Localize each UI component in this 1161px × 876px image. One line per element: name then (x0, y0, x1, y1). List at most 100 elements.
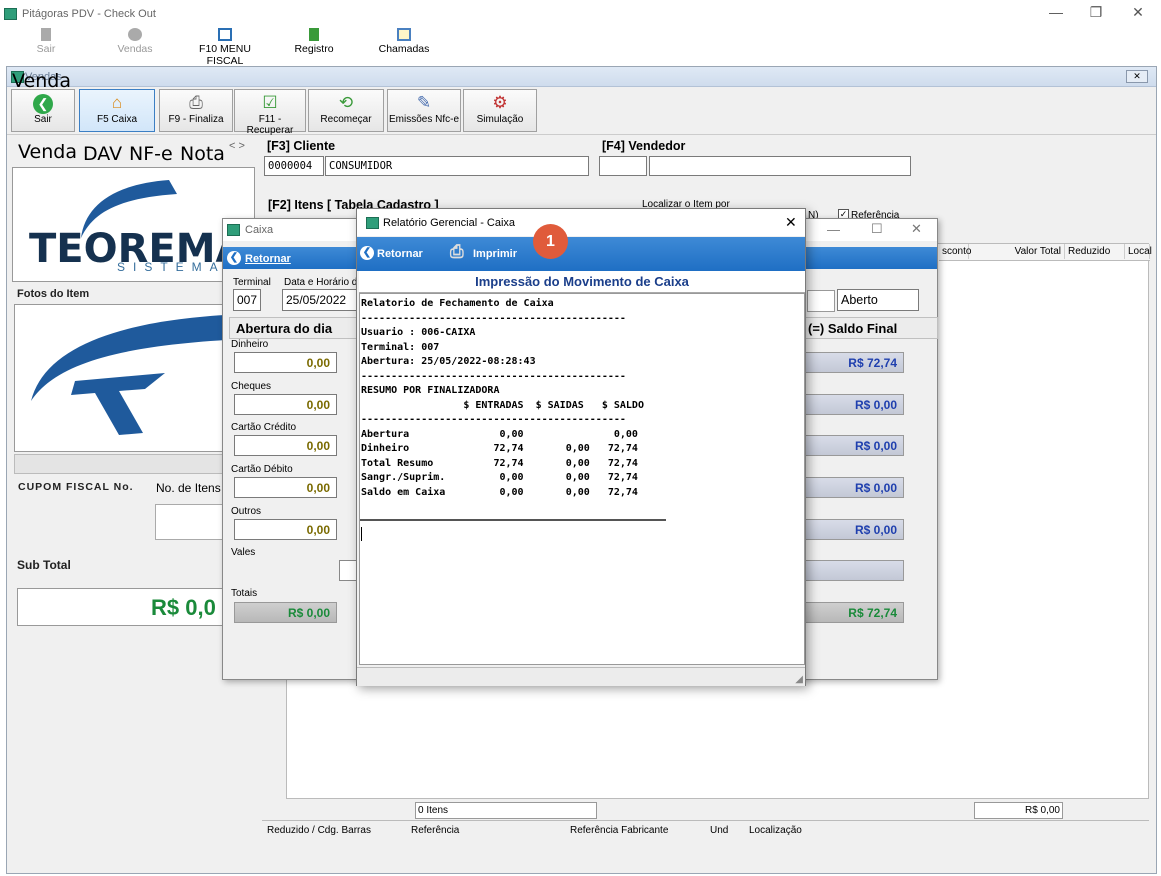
pencil-icon (218, 28, 232, 41)
relatorio-window: Relatório Gerencial - Caixa ✕ ❮ Retornar… (356, 208, 806, 686)
totais-abertura: R$ 0,00 (234, 602, 337, 623)
relatorio-icon (366, 217, 379, 229)
relatorio-close[interactable]: ✕ (785, 214, 797, 231)
item-photo (14, 304, 255, 452)
caixa-maximize[interactable]: ☐ (871, 221, 883, 237)
vendedor-code-field[interactable] (599, 156, 647, 176)
minimize-button[interactable]: — (1046, 4, 1066, 20)
maximize-button[interactable]: ❐ (1086, 4, 1106, 21)
abertura-cheques[interactable]: 0,00 (234, 394, 337, 415)
no-itens-label: No. de Itens (156, 481, 221, 495)
caixa-minimize[interactable]: — (827, 222, 840, 237)
cupom-label: CUPOM FISCAL No. (18, 481, 134, 493)
vendas-close-button[interactable]: ✕ (1126, 70, 1148, 83)
menu-f10-fiscal[interactable]: F10 MENU FISCAL (180, 28, 270, 67)
printer-icon: ⎙ (450, 242, 464, 261)
saldo-cheques: R$ 0,00 (803, 394, 904, 415)
row-label: Cartão Débito (231, 464, 293, 475)
grid-header: sconto Valor Total Reduzido Local (939, 244, 1152, 261)
door-icon (41, 28, 51, 41)
subtotal-value: R$ 0,0 (151, 595, 216, 620)
tab-venda[interactable]: Venda (12, 70, 71, 92)
grid-col-local: Local (1125, 244, 1152, 259)
simulacao-button[interactable]: ⚙ Simulação (463, 89, 537, 132)
detail-reduzido: Reduzido / Cdg. Barras (267, 825, 371, 836)
relatorio-action-bar: ❮ Retornar ⎙ Imprimir (357, 237, 805, 271)
status-field: Aberto (837, 289, 919, 311)
caixa-close[interactable]: ✕ (911, 221, 922, 237)
subtotal-box: R$ 0,0 (17, 588, 247, 626)
text-cursor (361, 527, 362, 541)
retornar-icon: ❮ (227, 251, 241, 265)
saldo-cartao-credito: R$ 0,00 (803, 435, 904, 456)
window-titlebar: Pitágoras PDV - Check Out — ❐ ✕ (0, 0, 1161, 28)
report-text[interactable]: Relatorio de Fechamento de Caixa -------… (359, 293, 805, 665)
report-double-rule (360, 519, 666, 521)
relatorio-titlebar: Relatório Gerencial - Caixa ✕ (357, 209, 805, 236)
main-menu: Sair Vendas F10 MENU FISCAL Registro Cha… (0, 28, 1161, 67)
abertura-dinheiro[interactable]: 0,00 (234, 352, 337, 373)
recycle-icon: ⟲ (338, 93, 354, 112)
row-label: Cheques (231, 381, 272, 392)
close-button[interactable]: ✕ (1128, 4, 1148, 21)
imprimir-button[interactable]: Imprimir (473, 248, 517, 260)
abertura-cartao-credito[interactable]: 0,00 (234, 435, 337, 456)
resize-grip-icon[interactable]: ◢ (795, 674, 803, 685)
vendedor-name-field[interactable] (649, 156, 911, 176)
cliente-label: [F3] Cliente (267, 139, 336, 153)
menu-registro[interactable]: Registro (292, 28, 336, 58)
simulation-icon: ⚙ (492, 93, 508, 112)
saldo-outros: R$ 0,00 (803, 519, 904, 540)
status-prefix (807, 290, 835, 312)
row-label: Cartão Crédito (231, 422, 297, 433)
terminal-label: Terminal (233, 277, 271, 288)
chamadas-icon (397, 28, 411, 41)
tab-nota[interactable]: Nota (180, 143, 225, 165)
itens-total: R$ 0,00 (974, 802, 1063, 819)
relatorio-retornar-button[interactable]: Retornar (377, 248, 423, 260)
abertura-outros[interactable]: 0,00 (234, 519, 337, 540)
grid-col-valor-total: Valor Total (969, 244, 1065, 259)
cliente-name-field[interactable]: CONSUMIDOR (325, 156, 589, 176)
totais-saldo: R$ 72,74 (803, 602, 904, 623)
tab-dav[interactable]: DAV (83, 143, 122, 165)
tab-scroll-arrows[interactable]: < > (229, 140, 245, 152)
caixa-retornar-button[interactable]: Retornar (245, 253, 291, 265)
saldo-header: (=) Saldo Final (801, 317, 938, 339)
abertura-header: Abertura do dia (229, 317, 359, 339)
row-label: Dinheiro (231, 339, 269, 350)
item-detail-bar: Reduzido / Cdg. Barras Referência Referê… (262, 820, 1149, 864)
tab-nfe[interactable]: NF-e (129, 143, 173, 165)
retornar-icon: ❮ (360, 246, 374, 260)
row-label: Outros (231, 506, 262, 517)
registro-icon (309, 28, 319, 41)
subtotal-label: Sub Total (17, 558, 71, 572)
relatorio-heading: Impressão do Movimento de Caixa (359, 271, 805, 293)
relatorio-title: Relatório Gerencial - Caixa (383, 217, 516, 229)
detail-und: Und (710, 825, 729, 836)
fotos-label: Fotos do Item (17, 288, 90, 300)
caixa-icon (227, 224, 240, 236)
sale-tabs: Venda (6, 70, 251, 100)
menu-vendas[interactable]: Vendas (112, 28, 158, 58)
data-label: Data e Horário d (284, 277, 358, 288)
saldo-cartao-debito: R$ 0,00 (803, 477, 904, 498)
emissoes-nfce-button[interactable]: ✎ Emissões Nfc-e (387, 89, 461, 132)
logo-sub: SISTEMA (117, 260, 226, 274)
recomecar-button[interactable]: ⟲ Recomeçar (308, 89, 384, 132)
vendedor-label: [F4] Vendedor (602, 139, 686, 153)
caixa-title: Caixa (245, 224, 274, 236)
app-icon (4, 8, 17, 20)
relatorio-statusbar: ◢ (357, 667, 805, 686)
photo-navigator[interactable] (14, 454, 255, 474)
abertura-cartao-debito[interactable]: 0,00 (234, 477, 337, 498)
menu-sair[interactable]: Sair (30, 28, 62, 58)
tab-venda[interactable]: Venda (18, 141, 77, 163)
teorema-t-logo (31, 315, 245, 435)
step-badge: 1 (533, 224, 568, 259)
cliente-code-field[interactable]: 0000004 (264, 156, 324, 176)
menu-chamadas[interactable]: Chamadas (378, 28, 430, 58)
data-field: 25/05/2022 (282, 289, 358, 311)
checklist-icon: ☑ (262, 93, 278, 112)
vales-label: Vales (231, 547, 256, 558)
